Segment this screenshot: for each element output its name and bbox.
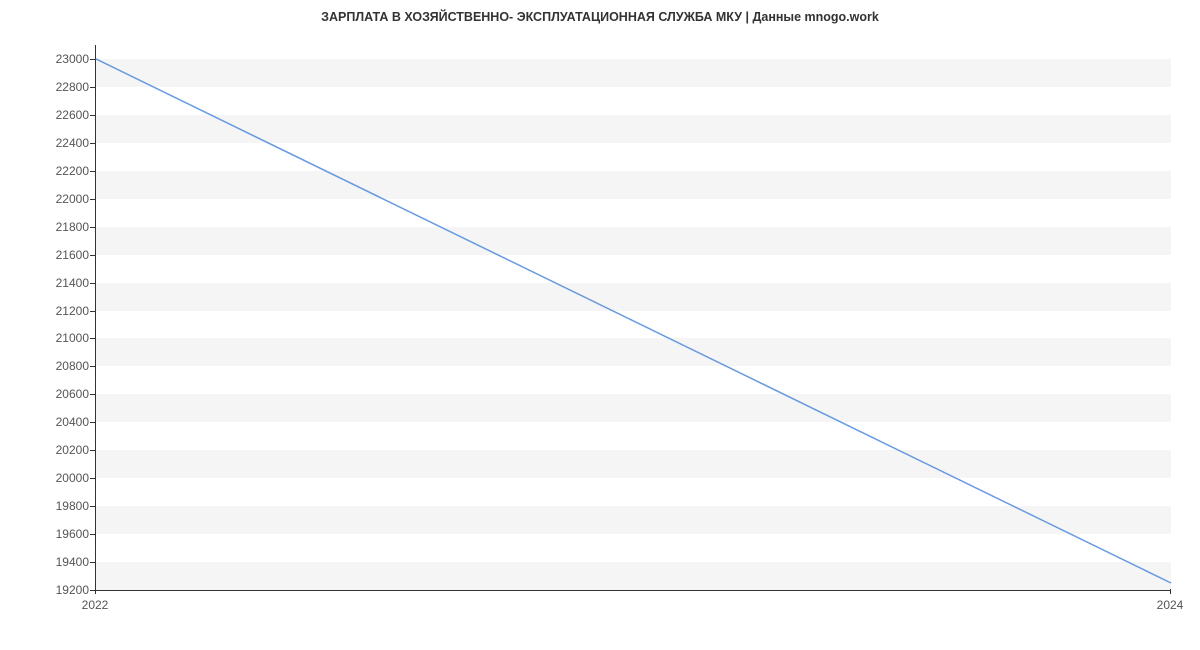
y-tick-mark [90,534,95,535]
y-tick-label: 20000 [56,471,89,485]
x-tick-mark [1170,589,1171,594]
y-tick-mark [90,115,95,116]
y-tick-mark [90,506,95,507]
y-tick-mark [90,450,95,451]
y-tick-label: 19400 [56,555,89,569]
y-tick-label: 20800 [56,359,89,373]
y-tick-mark [90,338,95,339]
data-line [96,59,1171,583]
y-tick-mark [90,143,95,144]
y-tick-label: 22000 [56,192,89,206]
y-tick-label: 21600 [56,248,89,262]
y-tick-mark [90,87,95,88]
y-tick-label: 20600 [56,387,89,401]
x-tick-label: 2024 [1157,598,1184,612]
y-tick-mark [90,199,95,200]
chart-title: ЗАРПЛАТА В ХОЗЯЙСТВЕННО- ЭКСПЛУАТАЦИОННА… [0,10,1200,24]
plot-area [95,45,1171,591]
x-tick-label: 2022 [82,598,109,612]
y-tick-mark [90,422,95,423]
y-tick-label: 22400 [56,136,89,150]
y-tick-label: 22200 [56,164,89,178]
y-tick-mark [90,562,95,563]
y-tick-label: 21400 [56,276,89,290]
x-tick-mark [95,589,96,594]
line-series [96,45,1171,590]
y-tick-label: 22800 [56,80,89,94]
y-tick-label: 20400 [56,415,89,429]
y-tick-label: 19600 [56,527,89,541]
y-tick-label: 23000 [56,52,89,66]
y-tick-mark [90,311,95,312]
y-tick-mark [90,366,95,367]
y-tick-mark [90,171,95,172]
y-tick-label: 19200 [56,583,89,597]
y-tick-mark [90,255,95,256]
chart-container: ЗАРПЛАТА В ХОЗЯЙСТВЕННО- ЭКСПЛУАТАЦИОННА… [0,0,1200,650]
y-tick-label: 22600 [56,108,89,122]
y-tick-mark [90,283,95,284]
y-tick-mark [90,478,95,479]
y-tick-label: 20200 [56,443,89,457]
y-tick-label: 21000 [56,331,89,345]
y-tick-label: 21200 [56,304,89,318]
y-tick-label: 21800 [56,220,89,234]
y-tick-mark [90,59,95,60]
y-tick-mark [90,227,95,228]
y-tick-label: 19800 [56,499,89,513]
y-tick-mark [90,394,95,395]
